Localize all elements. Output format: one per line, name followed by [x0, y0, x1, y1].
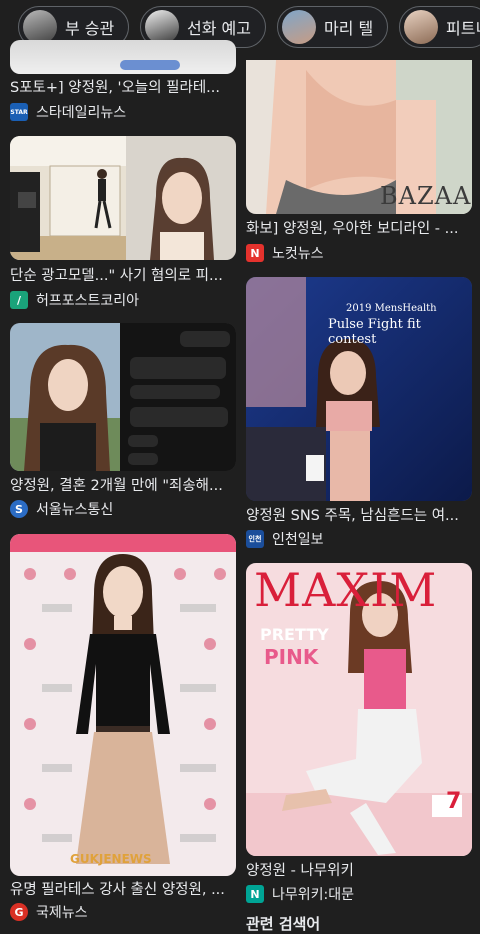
chip-thumbnail — [23, 10, 57, 44]
source-favicon-icon: STAR — [10, 103, 28, 121]
chip-label: 선화 예고 — [187, 19, 251, 38]
source-favicon-icon: N — [246, 885, 264, 903]
issue-number: 7 — [446, 789, 462, 814]
watermark-logo: GUKJENEWS — [70, 852, 152, 866]
result-caption[interactable]: 양정원 SNS 주목, 남심흔드는 여... — [246, 506, 472, 526]
result-source[interactable]: N 노컷뉴스 — [246, 243, 324, 263]
result-caption[interactable]: 화보] 양정원, 우아한 보디라인 - ... — [246, 219, 472, 239]
result-caption[interactable]: 단순 광고모델..." 사기 혐의로 피... — [10, 266, 236, 286]
contest-banner-title: Pulse Fight fit contest — [328, 317, 421, 347]
event-photo — [10, 534, 236, 876]
chip-thumbnail — [282, 10, 316, 44]
selfie-photo — [10, 323, 236, 471]
result-image[interactable]: GUKJENEWS — [10, 534, 236, 876]
source-favicon-icon: N — [246, 244, 264, 262]
source-favicon-icon: 인천 — [246, 530, 264, 548]
source-name: 스타데일리뉴스 — [36, 105, 127, 121]
source-name: 서울뉴스통신 — [36, 502, 114, 518]
result-image[interactable]: 2019 MensHealth Pulse Fight fit contest — [246, 277, 472, 501]
source-favicon-icon: S — [10, 500, 28, 518]
result-source[interactable]: N 나무위키:대문 — [246, 884, 354, 904]
source-name: 인천일보 — [272, 532, 324, 548]
source-favicon-icon: / — [10, 291, 28, 309]
contest-banner-year: 2019 MensHealth — [346, 303, 437, 314]
result-source[interactable]: G 국제뉴스 — [10, 902, 88, 922]
cover-text-pretty: PRETTY — [260, 625, 329, 644]
result-caption[interactable]: 유명 필라테스 강사 출신 양정원, ... — [10, 880, 236, 900]
chip-label: 부 승관 — [65, 19, 115, 38]
result-image[interactable] — [10, 136, 236, 260]
chip-label: 피트니 — [446, 19, 480, 38]
result-source[interactable]: / 허프포스트코리아 — [10, 290, 139, 310]
source-name: 노컷뉴스 — [272, 246, 324, 262]
maxim-logo: MAXIM — [254, 563, 438, 617]
chip-2[interactable]: 마리 텔 — [277, 6, 389, 48]
source-name: 허프포스트코리아 — [36, 293, 140, 309]
result-source[interactable]: S 서울뉴스통신 — [10, 499, 113, 519]
chip-label: 마리 텔 — [324, 19, 374, 38]
chip-thumbnail — [404, 10, 438, 44]
source-name: 국제뉴스 — [36, 905, 88, 921]
result-image[interactable] — [10, 323, 236, 471]
chip-3[interactable]: 피트니 — [399, 6, 480, 48]
result-caption[interactable]: 양정원, 결혼 2개월 만에 "죄송해... — [10, 476, 236, 496]
cover-text-pink: PINK — [264, 645, 319, 669]
result-source[interactable]: STAR 스타데일리뉴스 — [10, 102, 126, 122]
bazaar-logo: BAZAAR — [380, 182, 472, 210]
result-caption[interactable]: S포토+] 양정원, '오늘의 필라테... — [10, 78, 236, 98]
result-source[interactable]: 인천 인천일보 — [246, 529, 324, 549]
chip-thumbnail — [145, 10, 179, 44]
result-image[interactable]: MAXIM PRETTY PINK 7 — [246, 563, 472, 856]
studio-photo — [10, 136, 236, 260]
source-favicon-icon: G — [10, 903, 28, 921]
related-searches-heading: 관련 검색어 — [246, 915, 321, 933]
result-caption[interactable]: 양정원 - 나무위키 — [246, 861, 472, 881]
source-name: 나무위키:대문 — [272, 887, 354, 903]
result-image[interactable]: BAZAAR — [246, 60, 472, 214]
result-image[interactable] — [10, 40, 236, 74]
